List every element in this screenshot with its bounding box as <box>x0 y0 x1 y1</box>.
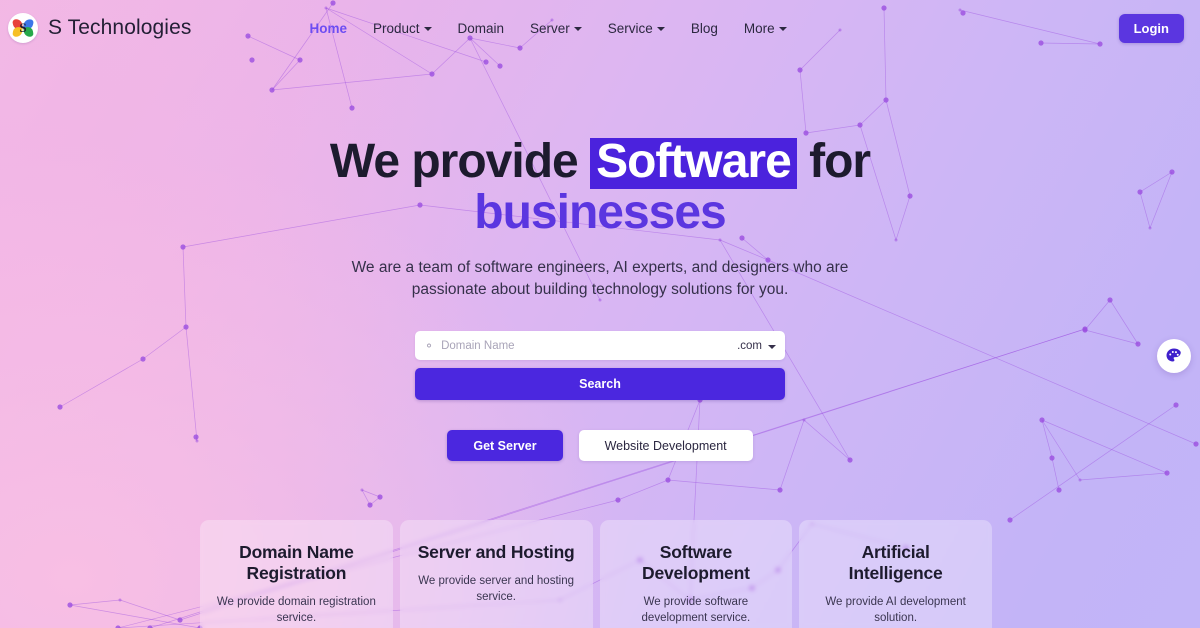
get-server-button[interactable]: Get Server <box>447 430 563 462</box>
nav-item-server[interactable]: Server <box>530 21 582 36</box>
service-card-title: Software Development <box>642 542 750 583</box>
color-palette-icon <box>1166 348 1181 362</box>
chevron-down-icon <box>768 344 776 349</box>
nav-item-label: Blog <box>690 20 718 36</box>
hero-title-highlight: Software <box>590 138 797 189</box>
login-button[interactable]: Login <box>1118 14 1184 43</box>
service-card-server-and-hosting[interactable]: Server and Hosting We provide server and… <box>399 520 593 628</box>
nav-item-label: Server <box>530 20 570 36</box>
page-title: We provide Software for businesses <box>0 138 1200 237</box>
site-header: S S Technologies Home Product Domain Ser… <box>0 0 1200 56</box>
service-card-description: We provide domain registration service. <box>216 596 376 624</box>
landing-page: S S Technologies Home Product Domain Ser… <box>0 0 1200 628</box>
hero-title-part2: for <box>796 135 871 188</box>
chevron-down-icon <box>656 27 665 31</box>
hero-subtitle: We are a team of software engineers, AI … <box>351 259 849 299</box>
service-card-description: We provide software development service. <box>641 596 751 624</box>
nav-item-label: Product <box>372 20 420 36</box>
logo-letter: S <box>19 20 27 35</box>
nav-item-product[interactable]: Product <box>373 21 432 36</box>
cta-button-row: Get Server Website Development <box>0 430 1200 462</box>
nav-item-more[interactable]: More <box>744 21 787 36</box>
nav-item-blog[interactable]: Blog <box>691 21 718 36</box>
nav-item-label: Home <box>309 20 347 36</box>
domain-search-field[interactable]: ⚬ .com <box>415 331 785 361</box>
service-card-title: Artificial Intelligence <box>848 542 943 583</box>
chevron-down-icon <box>778 27 787 31</box>
nav-item-label: Domain <box>457 20 505 36</box>
service-card-title: Domain Name Registration <box>239 542 354 583</box>
nav-item-service[interactable]: Service <box>608 21 665 36</box>
main-navigation: Home Product Domain Server Service Blog … <box>309 21 787 36</box>
nav-item-domain[interactable]: Domain <box>458 21 505 36</box>
hero-title-part1: We provide <box>329 135 591 188</box>
nav-item-label: Service <box>607 20 653 36</box>
at-sign-icon: ⚬ <box>424 338 435 353</box>
s-technologies-logo-icon: S <box>8 13 38 43</box>
chevron-down-icon <box>423 27 432 31</box>
service-card-title: Server and Hosting <box>417 542 575 562</box>
website-development-button[interactable]: Website Development <box>578 430 753 462</box>
brand-name: S Technologies <box>48 16 192 39</box>
theme-palette-button[interactable] <box>1157 339 1191 373</box>
service-card-domain-name-registration[interactable]: Domain Name Registration We provide doma… <box>200 520 393 628</box>
nav-item-label: More <box>743 20 775 36</box>
service-card-description: We provide AI development solution. <box>825 596 966 624</box>
hero-title-line2: businesses <box>474 186 726 239</box>
nav-item-home[interactable]: Home <box>309 21 347 36</box>
domain-search-form: ⚬ .com Search <box>415 331 785 401</box>
search-input[interactable] <box>441 339 738 352</box>
service-card-artificial-intelligence[interactable]: Artificial Intelligence We provide AI de… <box>799 520 992 628</box>
service-card-description: We provide server and hosting service. <box>418 575 574 603</box>
chevron-down-icon <box>573 27 582 31</box>
hero-section: We provide Software for businesses We ar… <box>0 138 1200 462</box>
tld-select[interactable]: .com <box>737 340 776 352</box>
service-card-software-development[interactable]: Software Development We provide software… <box>599 520 793 628</box>
brand-logo[interactable]: S S Technologies <box>8 13 191 43</box>
tld-selected-label: .com <box>737 339 762 352</box>
search-button[interactable]: Search <box>415 368 785 401</box>
service-card-list: Domain Name Registration We provide doma… <box>200 520 992 628</box>
